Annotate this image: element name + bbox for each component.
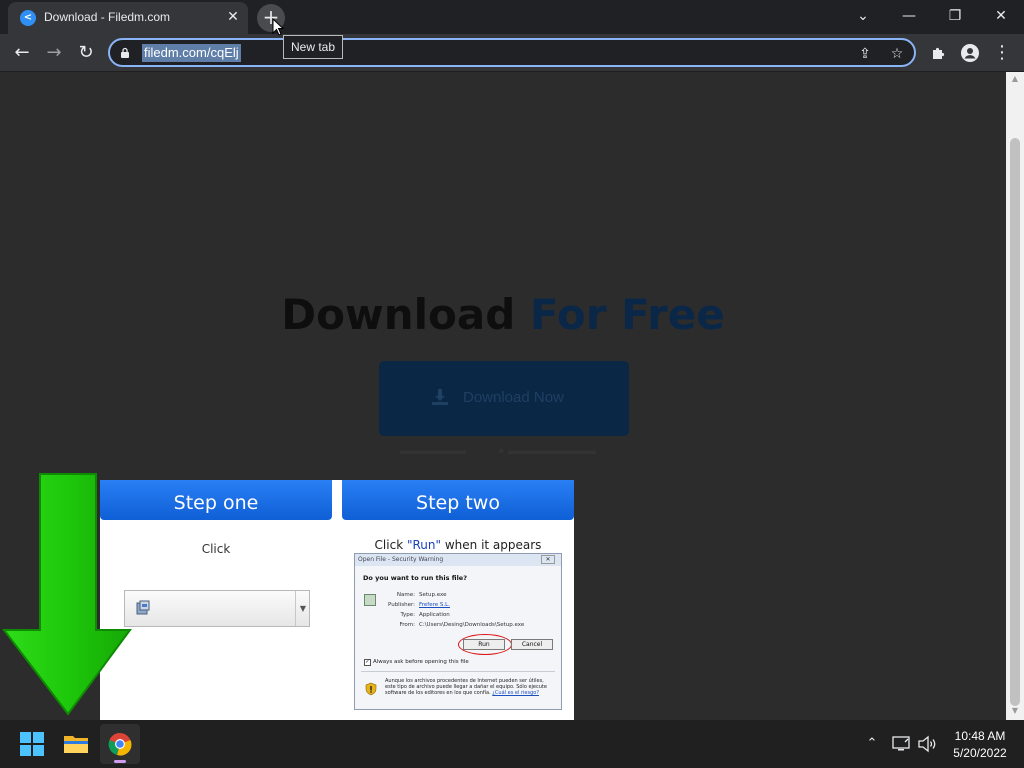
url-text[interactable]: filedm.com/cqElj bbox=[142, 44, 241, 62]
address-bar[interactable]: filedm.com/cqElj ⇪ ☆ bbox=[108, 38, 916, 67]
network-icon[interactable] bbox=[890, 734, 912, 754]
green-down-arrow-icon[interactable] bbox=[0, 472, 134, 718]
close-window-button[interactable]: ✕ bbox=[978, 4, 1024, 28]
active-app-indicator bbox=[114, 760, 126, 763]
scroll-down-icon[interactable]: ▼ bbox=[1010, 706, 1020, 716]
taskbar: ⌃ 10:48 AM 5/20/2022 bbox=[0, 720, 1024, 768]
page-headline: Download For Free bbox=[0, 290, 1006, 339]
name-value: Setup.exe bbox=[419, 592, 447, 598]
from-value: C:\Users\Desing\Downloads\Setup.exe bbox=[419, 622, 525, 628]
step-two-button[interactable]: Step two bbox=[342, 480, 574, 520]
tray-chevron-up-icon[interactable]: ⌃ bbox=[862, 734, 882, 754]
tab-title: Download - Filedm.com bbox=[44, 10, 171, 24]
dialog-title: Open File - Security Warning bbox=[355, 554, 561, 566]
mouse-cursor-icon bbox=[272, 18, 284, 36]
always-ask-checkbox: ✓ bbox=[364, 659, 371, 666]
scroll-up-icon[interactable]: ▲ bbox=[1010, 74, 1020, 84]
tab-search-icon[interactable]: ⌄ bbox=[840, 4, 886, 28]
page-viewport: Download For Free Download Now ▬▬▬▬▬▬ ● … bbox=[0, 72, 1006, 720]
from-label: From: bbox=[399, 622, 415, 628]
headline-for-free: For Free bbox=[529, 290, 725, 339]
profile-icon[interactable] bbox=[956, 39, 984, 67]
faint-text-left: ▬▬▬▬▬▬ bbox=[400, 445, 466, 457]
page-scrollbar[interactable]: ▲ ▼ bbox=[1006, 72, 1024, 720]
back-button[interactable]: ← bbox=[8, 39, 36, 67]
share-page-icon[interactable]: ⇪ bbox=[854, 43, 876, 65]
step-one-caption: Click bbox=[201, 542, 231, 556]
dialog-question: Do you want to run this file? bbox=[363, 574, 467, 582]
step-one-button[interactable]: Step one bbox=[100, 480, 332, 520]
ad-panel[interactable]: Step one Step two Click Click "Run" when… bbox=[100, 480, 574, 720]
browser-toolbar: ← → ↻ filedm.com/cqElj ⇪ ☆ ⋮ bbox=[0, 34, 1024, 72]
browser-menu-icon[interactable]: ⋮ bbox=[988, 39, 1016, 67]
file-explorer-icon[interactable] bbox=[56, 724, 96, 764]
download-now-button[interactable]: Download Now bbox=[379, 361, 629, 436]
always-ask-label: Always ask before opening this file bbox=[373, 659, 469, 665]
clock-date[interactable]: 5/20/2022 bbox=[940, 746, 1020, 760]
download-now-label: Download Now bbox=[463, 389, 564, 406]
dialog-warning-text: Aunque los archivos procedentes de Inter… bbox=[385, 678, 555, 696]
tab-download-filedm[interactable]: < Download - Filedm.com ✕ bbox=[8, 2, 248, 34]
fake-download-bar[interactable]: ▼ bbox=[124, 590, 310, 627]
faint-text-right: ● ▬▬▬▬▬▬▬▬ bbox=[498, 445, 596, 457]
tab-strip: < Download - Filedm.com ✕ + ⌄ — ❐ ✕ bbox=[0, 0, 1024, 34]
minimize-button[interactable]: — bbox=[886, 4, 932, 28]
clock-time[interactable]: 10:48 AM bbox=[940, 729, 1020, 743]
step-two-caption: Click "Run" when it appears bbox=[342, 538, 574, 552]
type-label: Type: bbox=[400, 612, 416, 618]
headline-download: Download bbox=[281, 290, 516, 339]
bookmark-star-icon[interactable]: ☆ bbox=[886, 43, 908, 65]
volume-icon[interactable] bbox=[916, 734, 938, 754]
dialog-divider bbox=[361, 671, 555, 672]
new-tab-tooltip: New tab bbox=[283, 35, 344, 59]
run-highlight-circle bbox=[458, 634, 512, 655]
warning-link: ¿Cuál es el riesgo? bbox=[492, 690, 539, 696]
shield-warning-icon bbox=[365, 682, 377, 696]
reload-button[interactable]: ↻ bbox=[72, 39, 100, 67]
chrome-icon[interactable] bbox=[100, 724, 140, 764]
publisher-label: Publisher: bbox=[387, 602, 415, 608]
dialog-close-icon: ✕ bbox=[541, 555, 555, 564]
scroll-thumb[interactable] bbox=[1010, 138, 1020, 706]
exe-file-icon bbox=[364, 594, 376, 606]
share-icon: < bbox=[20, 10, 36, 26]
windows-start-icon[interactable] bbox=[12, 724, 52, 764]
type-value: Application bbox=[419, 612, 450, 618]
restore-button[interactable]: ❐ bbox=[932, 4, 978, 28]
download-icon bbox=[432, 389, 448, 405]
publisher-value: Frefere S.L. bbox=[419, 602, 450, 608]
forward-button[interactable]: → bbox=[40, 39, 68, 67]
dropdown-arrow-icon[interactable]: ▼ bbox=[295, 591, 310, 626]
name-label: Name: bbox=[396, 592, 415, 598]
dialog-cancel-button: Cancel bbox=[511, 639, 553, 650]
lock-icon[interactable] bbox=[120, 47, 130, 58]
caption-pre: Click bbox=[374, 538, 407, 552]
installer-file-icon bbox=[136, 600, 150, 615]
caption-post: when it appears bbox=[441, 538, 542, 552]
security-warning-image: Open File - Security Warning ✕ Do you wa… bbox=[354, 553, 562, 710]
puzzle-icon[interactable] bbox=[924, 39, 952, 67]
tab-close-icon[interactable]: ✕ bbox=[224, 8, 242, 26]
caption-run: "Run" bbox=[406, 538, 442, 552]
